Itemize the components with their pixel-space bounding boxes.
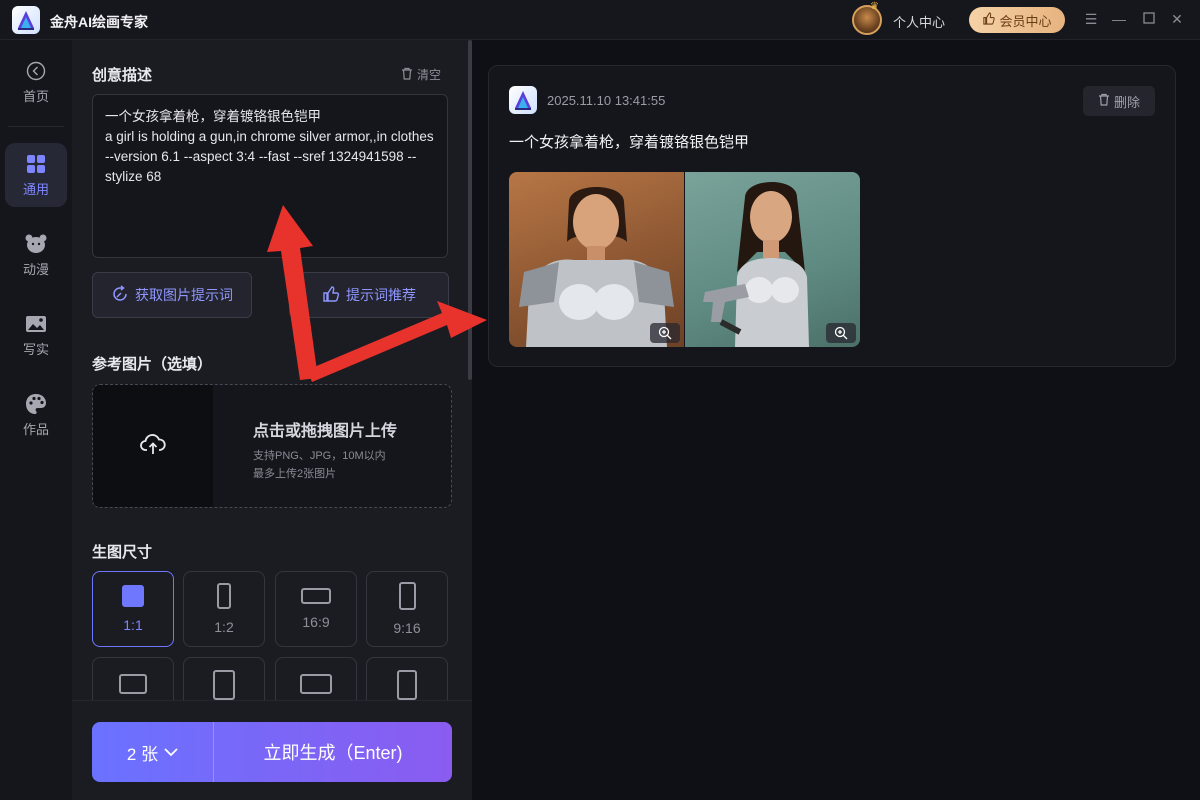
chevron-down-icon — [164, 742, 178, 762]
nav-item-general[interactable]: 通用 — [5, 143, 67, 207]
bear-icon — [25, 233, 47, 255]
count-value: 2 张 — [126, 744, 159, 764]
refresh-magic-icon — [111, 284, 129, 306]
zoom-in-icon[interactable] — [650, 323, 680, 343]
upload-dropzone[interactable]: 点击或拖拽图片上传 支持PNG、JPG，10M以内 最多上传2张图片 — [92, 384, 452, 508]
get-image-prompt-button[interactable]: 获取图片提示词 — [92, 272, 252, 318]
app-title: 金舟AI绘画专家 — [50, 14, 148, 30]
get-image-prompt-label: 获取图片提示词 — [135, 287, 233, 303]
nav-item-realistic[interactable]: 写实 — [5, 303, 67, 367]
upload-title: 点击或拖拽图片上传 — [253, 423, 398, 440]
title-bar: 金舟AI绘画专家 ♛ 个人中心 会员中心 ☰ — ✕ — [0, 0, 1200, 40]
clear-label: 清空 — [417, 68, 442, 82]
landscape-shape-icon — [301, 588, 331, 604]
clear-button[interactable]: 清空 — [401, 66, 441, 83]
generated-image-2[interactable] — [685, 172, 860, 347]
result-card: 2025.11.10 13:41:55 删除 一个女孩拿着枪，穿着镀铬银色铠甲 — [488, 65, 1176, 367]
user-center-link[interactable]: 个人中心 — [893, 12, 945, 31]
nav-divider — [8, 126, 64, 127]
thumbs-up-icon — [322, 285, 340, 306]
portrait-shape-icon — [398, 582, 416, 610]
cloud-upload-icon — [140, 433, 166, 460]
nav-item-works[interactable]: 作品 — [5, 383, 67, 447]
nav-item-anime[interactable]: 动漫 — [5, 223, 67, 287]
grid-icon — [25, 153, 47, 175]
palette-icon — [25, 393, 47, 415]
size-option-1-2[interactable]: 1:2 — [183, 571, 265, 647]
upload-hint-format: 支持PNG、JPG，10M以内 — [253, 450, 386, 462]
menu-icon[interactable]: ☰ — [1082, 10, 1100, 28]
image-icon — [25, 313, 47, 335]
nav-label: 写实 — [22, 341, 49, 357]
size-option-1-1[interactable]: 1:1 — [92, 571, 174, 647]
prompt-title: 创意描述 — [92, 67, 153, 84]
size-option-16-9[interactable]: 16:9 — [275, 571, 357, 647]
landscape-shape-icon — [300, 674, 332, 694]
nav-label: 作品 — [22, 421, 49, 437]
delete-label: 删除 — [1113, 94, 1140, 110]
result-area: 2025.11.10 13:41:55 删除 一个女孩拿着枪，穿着镀铬银色铠甲 — [472, 40, 1200, 800]
size-option-9-16[interactable]: 9:16 — [366, 571, 448, 647]
portrait-shape-icon — [217, 583, 231, 609]
nav-label: 动漫 — [22, 261, 49, 277]
reference-image-title: 参考图片（选填） — [92, 356, 213, 373]
size-label: 16:9 — [302, 614, 330, 630]
nav-label: 首页 — [22, 88, 49, 104]
settings-panel: 创意描述 清空 一个女孩拿着枪，穿着镀铬银色铠甲 a girl is holdi… — [72, 40, 472, 800]
landscape-shape-icon — [119, 674, 147, 694]
vip-center-button[interactable]: 会员中心 — [969, 7, 1065, 33]
portrait-shape-icon — [213, 670, 235, 700]
delete-button[interactable]: 删除 — [1083, 86, 1155, 116]
result-prompt: 一个女孩拿着枪，穿着镀铬银色铠甲 — [509, 134, 750, 151]
left-nav: 首页 通用 动漫 写实 作品 — [0, 40, 72, 800]
trash-icon — [401, 67, 413, 83]
back-circle-icon — [25, 60, 47, 82]
upload-hint-count: 最多上传2张图片 — [253, 468, 337, 480]
generate-button[interactable]: 立即生成（Enter) — [214, 739, 452, 765]
upload-preview-area — [93, 385, 213, 507]
generated-image-1[interactable] — [509, 172, 684, 347]
trash-icon — [1098, 93, 1110, 109]
thumbs-up-icon — [982, 12, 996, 28]
generate-button-group: 2 张 立即生成（Enter) — [92, 722, 452, 782]
size-label: 1:2 — [214, 619, 234, 635]
count-select[interactable]: 2 张 — [92, 722, 214, 782]
maximize-icon[interactable] — [1140, 10, 1158, 28]
size-label: 1:1 — [123, 617, 143, 633]
prompt-textarea[interactable]: 一个女孩拿着枪，穿着镀铬银色铠甲 a girl is holding a gun… — [92, 94, 448, 258]
result-timestamp: 2025.11.10 13:41:55 — [547, 93, 666, 108]
app-logo — [12, 6, 40, 34]
size-title: 生图尺寸 — [92, 544, 153, 561]
vip-center-label: 会员中心 — [999, 13, 1052, 29]
nav-item-home[interactable]: 首页 — [5, 50, 67, 114]
portrait-shape-icon — [397, 670, 417, 700]
zoom-in-icon[interactable] — [826, 323, 856, 343]
crown-icon: ♛ — [870, 1, 879, 12]
prompt-recommend-label: 提示词推荐 — [346, 287, 416, 303]
generate-bar: 2 张 立即生成（Enter) — [72, 700, 472, 800]
app-logo — [509, 86, 537, 114]
prompt-recommend-button[interactable]: 提示词推荐 — [289, 272, 449, 318]
size-label: 9:16 — [393, 620, 421, 636]
minimize-icon[interactable]: — — [1110, 10, 1128, 28]
nav-label: 通用 — [22, 181, 49, 197]
close-icon[interactable]: ✕ — [1168, 10, 1186, 28]
square-shape-icon — [122, 585, 144, 607]
